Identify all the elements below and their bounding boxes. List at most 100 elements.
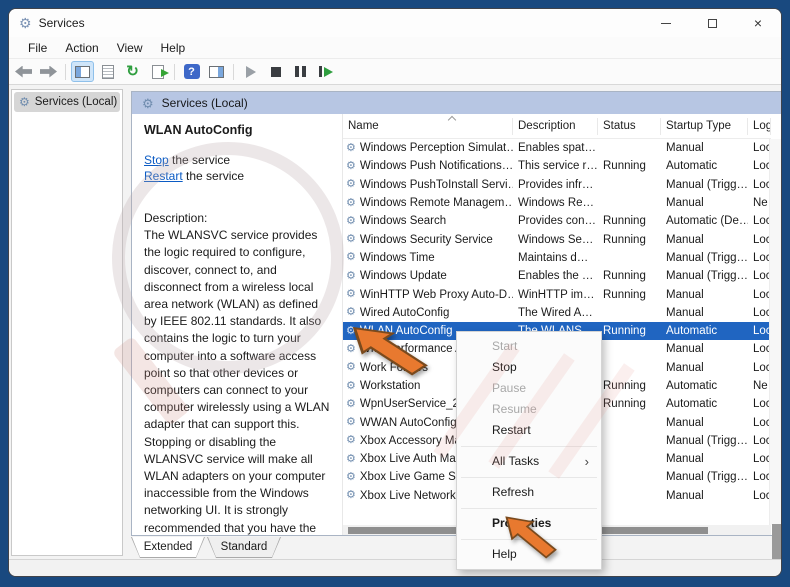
toolbar-separator — [174, 63, 175, 80]
context-menu-item-properties[interactable]: Properties — [457, 513, 601, 534]
menu-bar: File Action View Help — [9, 37, 781, 59]
service-logon: Loc — [753, 160, 771, 173]
export-list-icon[interactable] — [146, 61, 169, 82]
refresh-icon[interactable]: ↻ — [121, 61, 144, 82]
service-row[interactable]: ⚙ Windows Remote Managem… Windows Re… Manua… — [343, 194, 771, 212]
context-menu-separator — [461, 539, 597, 540]
restart-service-link[interactable]: Restart — [144, 169, 183, 183]
service-gear-icon: ⚙ — [346, 453, 356, 465]
service-startup: Manual — [666, 453, 704, 466]
maximize-icon — [707, 18, 717, 28]
pane-header: ⚙ Services (Local) — [132, 92, 781, 114]
pause-service-icon[interactable] — [289, 61, 312, 82]
back-icon[interactable] — [12, 61, 35, 82]
show-console-tree-icon[interactable] — [71, 61, 94, 82]
service-row[interactable]: ⚙ Windows Time Maintains d… Manual (Trigg… L… — [343, 249, 771, 267]
show-action-pane-icon[interactable] — [205, 61, 228, 82]
service-logon: Loc — [753, 306, 771, 319]
service-row[interactable]: ⚙ Windows PushToInstall Servi… Provides in… — [343, 176, 771, 194]
stop-service-icon[interactable] — [264, 61, 287, 82]
start-service-icon[interactable] — [239, 61, 262, 82]
service-gear-icon: ⚙ — [346, 434, 356, 447]
service-logon: Loc — [753, 471, 771, 484]
context-menu-item-help[interactable]: Help — [457, 544, 601, 565]
service-logon: Loc — [753, 178, 771, 191]
minimize-button[interactable] — [643, 9, 689, 37]
forward-icon[interactable] — [37, 61, 60, 82]
service-row[interactable]: ⚙ Windows Security Service Windows Se… Runn… — [343, 230, 771, 248]
column-header-description[interactable]: Description — [513, 117, 598, 135]
tab-standard[interactable]: Standard — [207, 537, 281, 558]
menu-view[interactable]: View — [108, 39, 152, 57]
service-row[interactable]: ⚙ WinHTTP Web Proxy Auto-D… WinHTTP im… Run… — [343, 285, 771, 303]
service-name: Windows Push Notifications… — [359, 160, 513, 173]
desktop-background: ⚙ Services × File Action View Help ↻? ⚙ Ser… — [0, 0, 790, 587]
tree-item-services-local[interactable]: ⚙ Services (Local) — [14, 92, 120, 112]
tree-item-label: Services (Local) — [34, 96, 118, 108]
help-icon[interactable]: ? — [180, 61, 203, 82]
description-text: The WLANSVC service provides the logic r… — [144, 228, 330, 535]
service-startup: Automatic — [666, 325, 718, 338]
service-row[interactable]: ⚙ Wired AutoConfig The Wired A… Manual Loc — [343, 304, 771, 322]
column-header-status[interactable]: Status — [598, 117, 661, 135]
context-menu-item-stop[interactable]: Stop — [457, 357, 601, 378]
service-gear-icon: ⚙ — [346, 142, 356, 154]
tab-extended[interactable]: Extended — [131, 537, 205, 558]
maximize-button[interactable] — [689, 9, 735, 37]
context-menu-item-refresh[interactable]: Refresh — [457, 482, 601, 503]
column-header-log-on-as[interactable]: Log On As — [748, 117, 771, 135]
service-logon: Loc — [753, 398, 771, 411]
service-startup: Manual — [666, 343, 704, 356]
restart-service-icon[interactable] — [314, 61, 337, 82]
service-row[interactable]: ⚙ Windows Update Enables the … Running Manua… — [343, 267, 771, 285]
service-status: Running — [603, 215, 646, 228]
service-name: Windows Update — [359, 270, 447, 283]
service-logon: Loc — [753, 361, 771, 374]
context-menu-item-label: Stop — [492, 360, 517, 374]
service-logon: Loc — [753, 142, 771, 155]
stop-service-link[interactable]: Stop — [144, 153, 169, 167]
services-gear-icon: ⚙ — [142, 95, 154, 111]
service-logon: Loc — [753, 489, 771, 502]
service-desc: Enables spat… — [518, 142, 596, 155]
menu-action[interactable]: Action — [56, 39, 107, 57]
services-gear-icon: ⚙ — [19, 95, 30, 109]
menu-file[interactable]: File — [19, 39, 56, 57]
service-row[interactable]: ⚙ Windows Search Provides con… Running Autom… — [343, 212, 771, 230]
context-menu-separator — [461, 508, 597, 509]
service-startup: Manual — [666, 489, 704, 502]
service-logon: Loc — [753, 233, 771, 246]
service-row[interactable]: ⚙ Windows Perception Simulat… Enables spat… — [343, 139, 771, 157]
context-menu-item-all-tasks[interactable]: All Tasks › — [457, 451, 601, 472]
context-menu-item-restart[interactable]: Restart — [457, 420, 601, 441]
service-gear-icon: ⚙ — [346, 178, 356, 191]
service-status: Running — [603, 270, 646, 283]
selected-service-title: WLAN AutoConfig — [144, 123, 253, 137]
service-logon: Ne — [753, 197, 768, 210]
service-name: Work Folders — [359, 361, 429, 374]
status-bar — [9, 559, 781, 576]
vertical-scrollbar[interactable] — [769, 139, 781, 570]
view-tabs: Extended Standard — [131, 537, 281, 558]
column-header-startup-type[interactable]: Startup Type — [661, 117, 748, 135]
context-menu-item-pause: Pause — [457, 378, 601, 399]
context-menu-item-label: Pause — [492, 381, 527, 395]
service-gear-icon: ⚙ — [346, 489, 356, 502]
service-name: Windows Perception Simulat… — [359, 142, 513, 155]
service-desc: Provides infr… — [518, 178, 594, 191]
service-row[interactable]: ⚙ Windows Push Notifications… This service… — [343, 157, 771, 175]
service-desc: The Wired A… — [518, 306, 593, 319]
service-startup: Manual — [666, 361, 704, 374]
description-label: Description: — [144, 211, 208, 225]
service-gear-icon: ⚙ — [346, 160, 356, 172]
service-status: Running — [603, 288, 646, 301]
menu-help[interactable]: Help — [152, 39, 195, 57]
extended-detail-panel: WLAN AutoConfig Stop the service Restart… — [132, 114, 342, 535]
column-header-name[interactable]: Name — [343, 117, 513, 135]
properties-window-icon[interactable] — [96, 61, 119, 82]
service-logon: Loc — [753, 434, 771, 447]
service-desc: Provides con… — [518, 215, 596, 228]
context-menu-item-label: Help — [492, 547, 517, 561]
service-gear-icon: ⚙ — [346, 270, 356, 282]
close-button[interactable]: × — [735, 9, 781, 37]
